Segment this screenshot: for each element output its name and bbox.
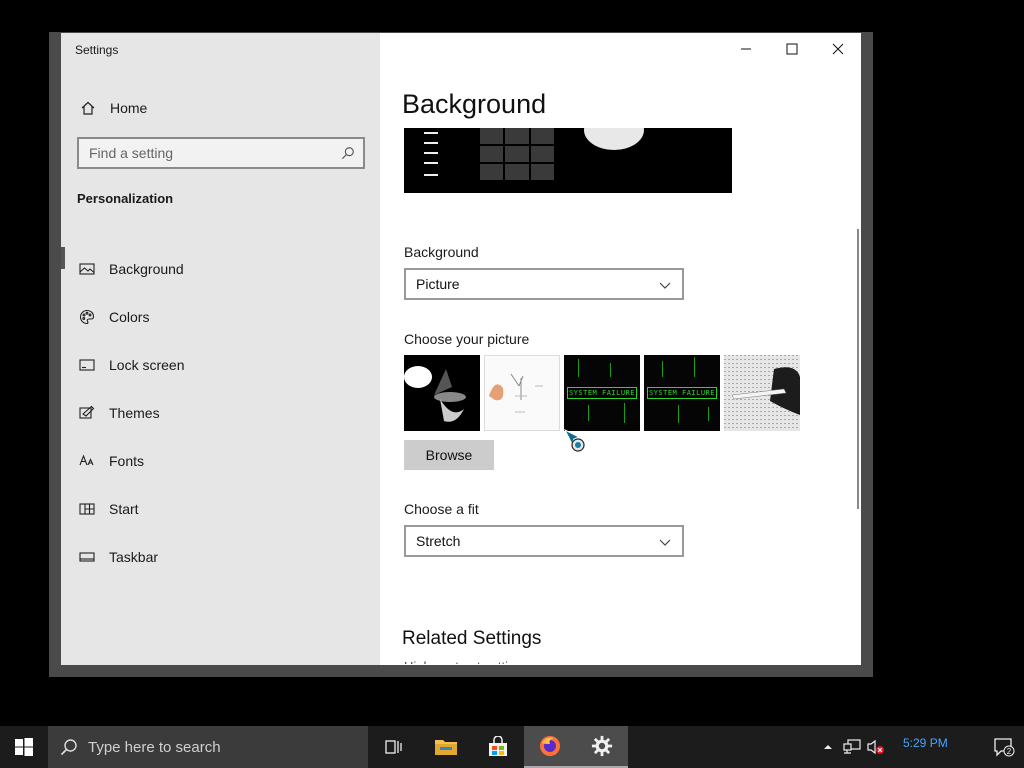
themes-icon [78, 404, 96, 422]
browse-button[interactable]: Browse [404, 440, 494, 470]
sidebar-item-label: Themes [109, 405, 160, 421]
picture-thumbnail-3[interactable]: SYSTEM FAILURE [564, 355, 640, 431]
settings-window: Settings Home Find a setting Personaliza… [49, 32, 873, 677]
sidebar-item-lock-screen[interactable]: Lock screen [61, 341, 380, 389]
related-settings-link[interactable]: High contrast settings [404, 658, 529, 664]
image-icon [78, 260, 96, 278]
sidebar-item-label: Fonts [109, 453, 145, 469]
close-icon [832, 43, 844, 55]
firefox-button[interactable] [524, 726, 576, 768]
action-center-button[interactable]: 2 [984, 726, 1024, 768]
palette-icon [78, 308, 96, 326]
related-settings-title: Related Settings [402, 628, 542, 649]
taskbar-search[interactable]: Type here to search [48, 726, 368, 768]
sidebar-item-taskbar[interactable]: Taskbar [61, 533, 380, 581]
settings-content: Background Background Picture Choose you… [380, 33, 861, 665]
search-icon [60, 739, 77, 756]
chevron-down-icon [659, 539, 671, 546]
chevron-up-icon [824, 745, 832, 749]
preview-image-fragment [584, 128, 644, 150]
start-button[interactable] [0, 726, 48, 768]
window-title: Settings [75, 43, 119, 57]
close-button[interactable] [815, 33, 861, 65]
store-icon [489, 736, 507, 756]
minimize-icon [741, 48, 751, 50]
home-nav-item[interactable]: Home [79, 97, 279, 119]
choose-picture-label: Choose your picture [404, 331, 530, 347]
firefox-icon [540, 736, 560, 756]
sidebar-item-label: Taskbar [109, 549, 159, 565]
content-scrollbar[interactable] [857, 229, 859, 509]
background-dropdown[interactable]: Picture [404, 268, 684, 300]
gear-icon [591, 735, 613, 757]
store-button[interactable] [472, 726, 524, 768]
settings-sidebar: Settings Home Find a setting Personaliza… [61, 33, 380, 665]
sidebar-item-label: Lock screen [109, 357, 185, 373]
taskbar: Type here to search 2 [0, 726, 1024, 768]
section-title: Personalization [77, 191, 174, 206]
search-icon [341, 146, 355, 160]
picture-thumbnail-5[interactable] [724, 355, 800, 431]
personalization-nav-list: Background Colors Lock screen Themes Fon… [61, 245, 380, 581]
sidebar-item-label: Colors [109, 309, 150, 325]
maximize-button[interactable] [769, 33, 815, 65]
fonts-icon [78, 452, 96, 470]
background-label: Background [404, 244, 479, 260]
thumbnail-1-image [404, 366, 466, 422]
minimize-button[interactable] [723, 33, 769, 65]
windows-icon [15, 738, 33, 756]
home-icon [79, 99, 97, 117]
taskbar-icon [78, 548, 96, 566]
show-hidden-icons-button[interactable] [816, 726, 840, 768]
volume-button[interactable] [864, 726, 888, 768]
maximize-icon [786, 43, 798, 55]
preview-tiles [480, 128, 554, 180]
notification-count: 2 [1007, 747, 1012, 756]
folder-icon [435, 740, 457, 755]
sidebar-item-label: Start [109, 501, 139, 517]
picture-thumbnail-2[interactable] [484, 355, 560, 431]
network-button[interactable] [840, 726, 864, 768]
notification-icon: 2 [994, 738, 1015, 757]
system-failure-text: SYSTEM FAILURE [567, 387, 637, 399]
thumbnail-2-image [489, 373, 543, 413]
system-failure-text: SYSTEM FAILURE [647, 387, 717, 399]
fit-dropdown-value: Stretch [416, 533, 461, 549]
volume-muted-icon [867, 739, 884, 755]
sidebar-item-themes[interactable]: Themes [61, 389, 380, 437]
start-icon [78, 500, 96, 518]
window-controls [723, 33, 861, 65]
file-explorer-button[interactable] [420, 726, 472, 768]
page-title: Background [402, 89, 547, 119]
choose-fit-label: Choose a fit [404, 501, 479, 517]
sidebar-item-label: Background [109, 261, 184, 277]
sidebar-item-background[interactable]: Background [61, 245, 380, 293]
background-dropdown-value: Picture [416, 276, 460, 292]
picture-thumbnails: SYSTEM FAILURE SYSTEM FAILURE [404, 355, 800, 431]
picture-thumbnail-1[interactable] [404, 355, 480, 431]
sidebar-item-fonts[interactable]: Fonts [61, 437, 380, 485]
lock-screen-icon [78, 356, 96, 374]
find-setting-input[interactable]: Find a setting [77, 137, 365, 169]
thumbnail-5-image [724, 355, 800, 431]
taskbar-search-placeholder: Type here to search [88, 738, 221, 756]
chevron-down-icon [659, 282, 671, 289]
taskbar-clock[interactable]: 5:29 PM [903, 736, 948, 750]
sidebar-item-colors[interactable]: Colors [61, 293, 380, 341]
settings-app-button[interactable] [576, 726, 628, 768]
task-view-icon [385, 740, 402, 754]
sidebar-item-start[interactable]: Start [61, 485, 380, 533]
picture-thumbnail-4[interactable]: SYSTEM FAILURE [644, 355, 720, 431]
find-setting-placeholder: Find a setting [89, 145, 174, 161]
mouse-cursor-icon [563, 428, 585, 452]
fit-dropdown[interactable]: Stretch [404, 525, 684, 557]
task-view-button[interactable] [368, 726, 420, 768]
network-icon [843, 739, 861, 754]
background-preview [404, 128, 732, 193]
home-label: Home [110, 100, 148, 116]
